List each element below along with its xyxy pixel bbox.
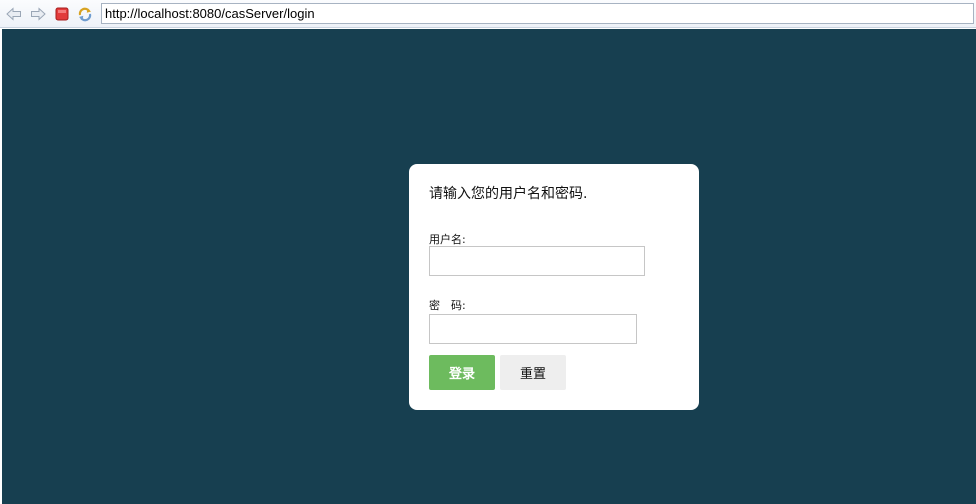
address-bar[interactable]: http://localhost:8080/casServer/login (101, 3, 974, 24)
forward-arrow-icon[interactable] (29, 5, 47, 23)
back-arrow-icon[interactable] (5, 5, 23, 23)
browser-toolbar: http://localhost:8080/casServer/login (0, 0, 976, 28)
login-card: 请输入您的用户名和密码. 用户名: 密 码: 登录 重置 (409, 164, 699, 410)
stop-icon[interactable] (53, 5, 71, 23)
password-input[interactable] (429, 314, 637, 344)
password-label: 密 码: (429, 299, 466, 312)
username-input[interactable] (429, 246, 645, 276)
username-label: 用户名: (429, 233, 466, 246)
page-background: 请输入您的用户名和密码. 用户名: 密 码: 登录 重置 (2, 29, 976, 504)
reset-button[interactable]: 重置 (500, 355, 566, 390)
refresh-icon[interactable] (76, 5, 94, 23)
login-button[interactable]: 登录 (429, 355, 495, 390)
login-prompt: 请输入您的用户名和密码. (429, 186, 588, 202)
